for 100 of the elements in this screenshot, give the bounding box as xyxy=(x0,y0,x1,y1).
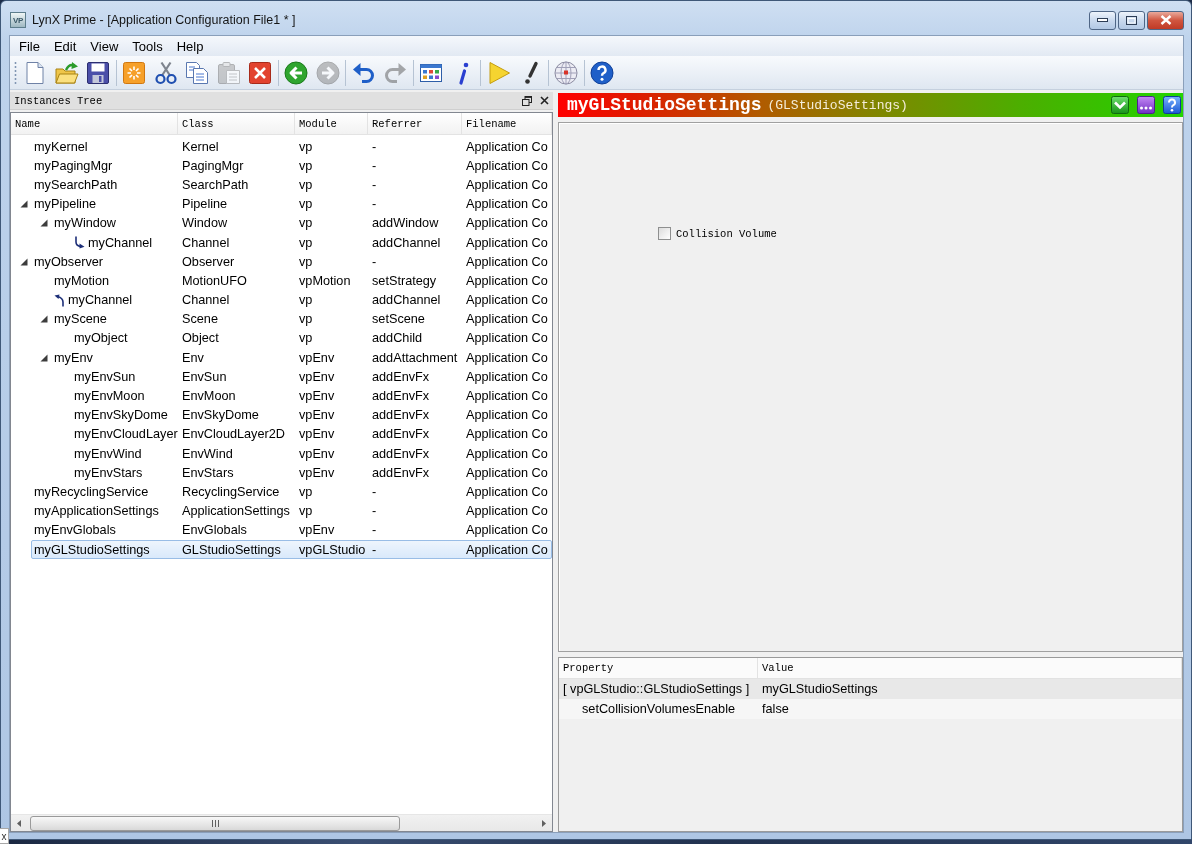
module-name: vp xyxy=(299,177,313,192)
instance-name: myPagingMgr xyxy=(34,158,113,173)
starburst-icon[interactable] xyxy=(122,60,147,85)
instance-name: myObject xyxy=(74,331,128,346)
maximize-button[interactable] xyxy=(1118,10,1145,30)
column-header[interactable]: Referrer xyxy=(368,113,462,134)
filename-text: Application Co xyxy=(466,465,548,480)
filename-text: Application Co xyxy=(466,235,548,250)
tree-row[interactable]: myChannel Channel vp addChannel Application Co xyxy=(71,232,552,253)
more-dots-icon[interactable] xyxy=(1137,96,1155,114)
expand-triangle-icon[interactable] xyxy=(40,353,48,362)
class-name: Kernel xyxy=(182,139,219,154)
menu-item[interactable]: File xyxy=(12,36,47,56)
module-name: vpEnv xyxy=(299,523,335,538)
class-name: PagingMgr xyxy=(182,158,244,173)
column-header[interactable]: Filename xyxy=(462,113,552,134)
tree-row[interactable]: myEnvGlobals EnvGlobals vpEnv - Application Co xyxy=(31,520,552,540)
filename-text: Application Co xyxy=(466,177,548,192)
expand-triangle-icon[interactable] xyxy=(40,219,48,228)
expand-triangle-icon[interactable] xyxy=(20,200,28,209)
tree-row[interactable]: myRecyclingService RecyclingService vp - Application Co xyxy=(31,482,552,502)
tree-row[interactable]: myEnvSkyDome EnvSkyDome vpEnv addEnvFx Application Co xyxy=(71,405,552,425)
help-icon[interactable] xyxy=(1163,96,1181,114)
column-header[interactable]: Value xyxy=(758,658,1182,678)
class-name: EnvWind xyxy=(182,446,233,461)
instance-name: myApplicationSettings xyxy=(34,504,159,519)
referrer-name: - xyxy=(372,523,377,538)
restore-window-icon[interactable] xyxy=(522,95,532,106)
module-name: vpEnv xyxy=(299,369,335,384)
close-icon[interactable] xyxy=(540,96,549,105)
menu-item[interactable]: View xyxy=(83,36,126,56)
tree-row[interactable]: myPipeline Pipeline vp - Application Co xyxy=(31,194,552,214)
column-header[interactable]: Class xyxy=(178,113,295,134)
tree-row[interactable]: myEnvWind EnvWind vpEnv addEnvFx Application Co xyxy=(71,444,552,464)
class-name: EnvMoon xyxy=(182,389,236,404)
referrer-name: addChild xyxy=(372,331,423,346)
column-header[interactable]: Property xyxy=(559,658,758,678)
menu-item[interactable]: Tools xyxy=(125,36,170,56)
referrer-name: addChannel xyxy=(372,235,441,250)
tree-row[interactable]: myApplicationSettings ApplicationSettings vp - Application Co xyxy=(31,501,552,521)
tree-row[interactable]: myEnvSun EnvSun vpEnv addEnvFx Application Co xyxy=(71,367,552,387)
grip-icon xyxy=(211,819,219,827)
module-name: vp xyxy=(299,504,313,519)
toolbar-grip[interactable] xyxy=(14,60,17,85)
scroll-right-icon[interactable] xyxy=(542,819,546,827)
tree-row[interactable]: mySearchPath SearchPath vp - Application Co xyxy=(31,175,552,195)
expand-triangle-icon[interactable] xyxy=(20,257,28,266)
referrer-name: - xyxy=(372,484,377,499)
referrer-name: addAttachment xyxy=(372,350,458,365)
referrer-name: setStrategy xyxy=(372,273,437,288)
tree-row[interactable]: myScene Scene vp setScene Application Co xyxy=(51,309,552,329)
class-name: SearchPath xyxy=(182,177,249,192)
tree-row[interactable]: myEnvMoon EnvMoon vpEnv addEnvFx Application Co xyxy=(71,386,552,406)
instance-name: myChannel xyxy=(88,235,153,250)
globe-icon[interactable] xyxy=(554,60,579,85)
tree-row[interactable]: myPagingMgr PagingMgr vp - Application Co xyxy=(31,156,552,176)
left-arrow-circle-icon[interactable] xyxy=(284,60,309,85)
tree-row[interactable]: myChannel Channel vp addChannel Application Co xyxy=(51,290,552,310)
tree-row[interactable]: myEnvCloudLayer EnvCloudLayer2D vpEnv addEnvFx Application Co xyxy=(71,424,552,444)
referrer-name: - xyxy=(372,542,377,557)
tree-row[interactable]: myKernel Kernel vp - Application Co xyxy=(31,137,552,157)
column-header[interactable]: Name xyxy=(11,113,178,134)
filename-text: Application Co xyxy=(466,408,548,423)
tree-row[interactable]: myEnv Env vpEnv addAttachment Application Co xyxy=(51,348,552,368)
module-name: vp xyxy=(299,254,313,269)
tree-row[interactable]: myMotion MotionUFO vpMotion setStrategy Application Co xyxy=(51,271,552,291)
class-name: EnvGlobals xyxy=(182,523,247,538)
pages-icon[interactable] xyxy=(185,60,210,85)
referrer-name: addEnvFx xyxy=(372,369,430,384)
tree-row[interactable]: myGLStudioSettings GLStudioSettings vpGLStudio - Application Co xyxy=(31,539,552,560)
column-header[interactable]: Module xyxy=(295,113,368,134)
chevron-down-icon[interactable] xyxy=(1111,96,1129,114)
filename-text: Application Co xyxy=(466,293,548,308)
checkbox[interactable] xyxy=(658,227,671,240)
property-row[interactable]: [ vpGLStudio::GLStudioSettings ] myGLStudioSettings xyxy=(559,679,1182,699)
tree-row[interactable]: myEnvStars EnvStars vpEnv addEnvFx Application Co xyxy=(71,463,552,483)
curved-arrow-left-icon[interactable] xyxy=(351,60,376,85)
folder-arrow-icon[interactable] xyxy=(54,60,79,85)
scroll-left-icon[interactable] xyxy=(17,819,21,827)
class-name: EnvSkyDome xyxy=(182,408,259,423)
tree-row[interactable]: myWindow Window vp addWindow Application Co xyxy=(51,213,552,233)
class-name: Env xyxy=(182,350,204,365)
menu-item[interactable]: Help xyxy=(169,36,211,56)
instance-name: myEnvMoon xyxy=(74,389,145,404)
x-square-icon[interactable] xyxy=(248,60,273,85)
menu-item[interactable]: Edit xyxy=(46,36,84,56)
help-icon[interactable] xyxy=(590,60,615,85)
property-row[interactable]: setCollisionVolumesEnable false xyxy=(559,699,1182,719)
filename-text: Application Co xyxy=(466,273,548,288)
scrollbar-thumb[interactable] xyxy=(30,815,400,831)
referrer-name: addEnvFx xyxy=(372,446,430,461)
tree-row[interactable]: myObserver Observer vp - Application Co xyxy=(31,252,552,272)
horizontal-scrollbar[interactable] xyxy=(11,814,552,831)
close-button[interactable] xyxy=(1147,10,1184,30)
referrer-name: addEnvFx xyxy=(372,389,430,404)
scissors-icon[interactable] xyxy=(153,60,178,85)
expand-triangle-icon[interactable] xyxy=(40,315,48,324)
tree-row[interactable]: myObject Object vp addChild Application Co xyxy=(71,328,552,349)
instance-name: myEnvSkyDome xyxy=(74,408,168,423)
minimize-button[interactable] xyxy=(1089,10,1116,30)
